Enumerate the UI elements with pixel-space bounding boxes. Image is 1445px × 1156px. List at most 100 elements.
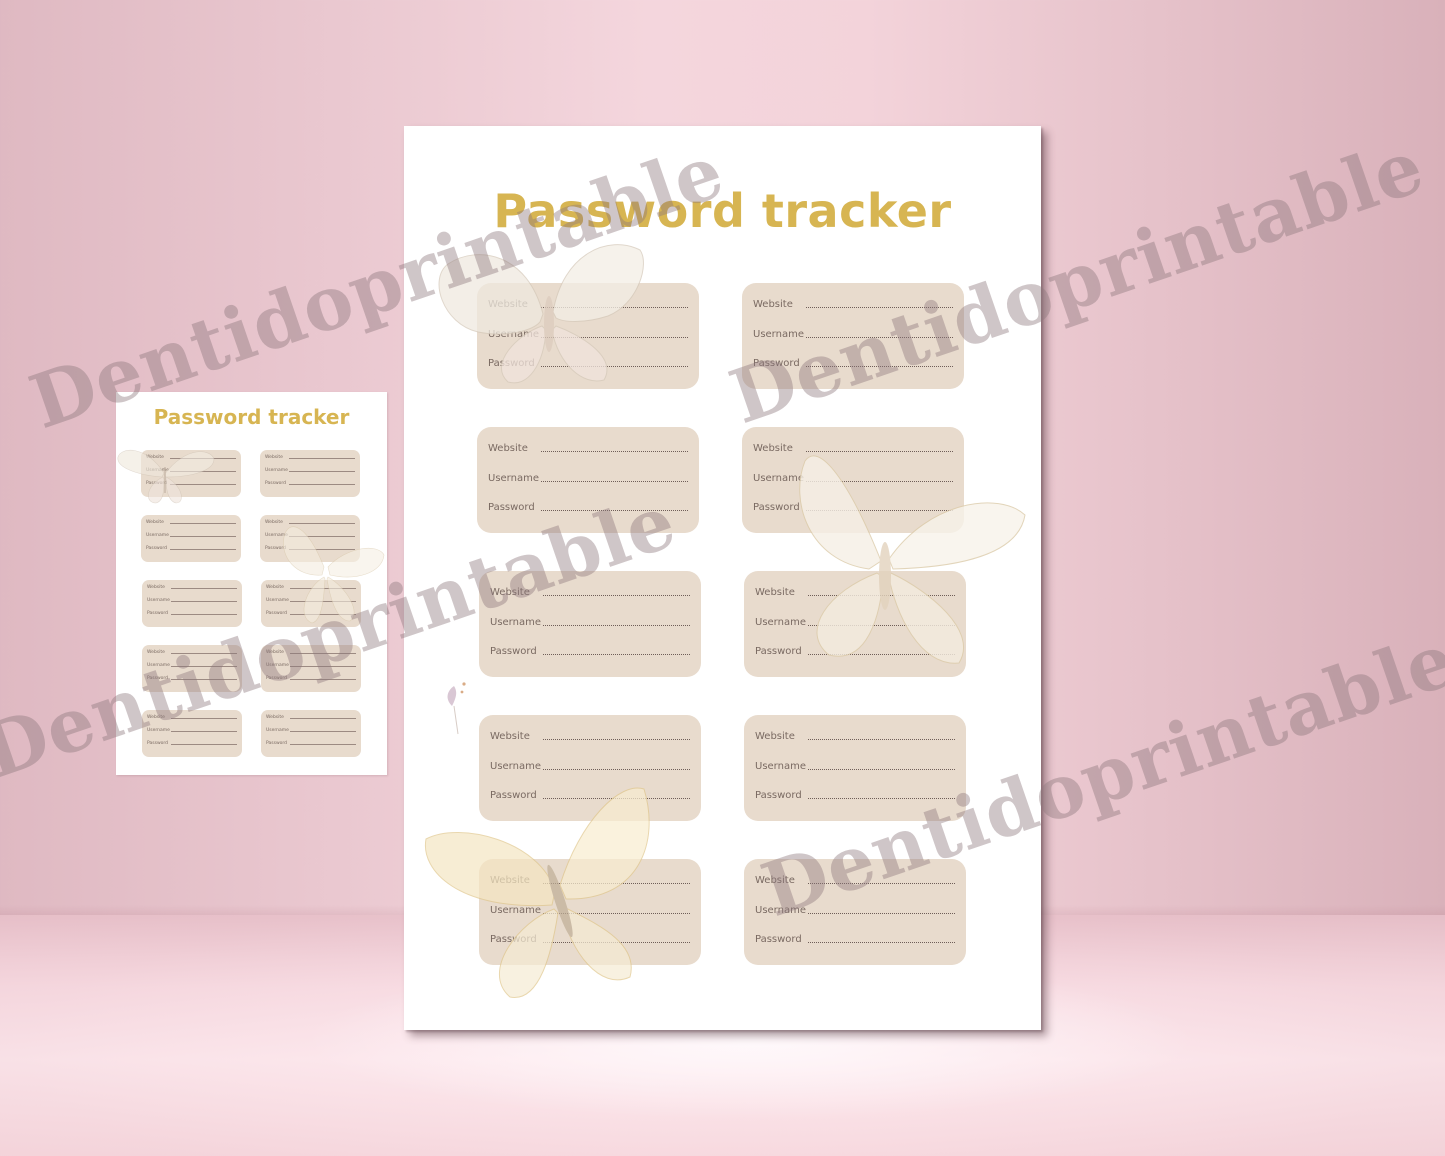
field-input-line[interactable] [170,536,236,537]
field-input-line[interactable] [289,549,355,550]
field-input-line[interactable] [541,366,688,367]
field-input-line[interactable] [170,549,236,550]
field-row-website[interactable]: Website [142,585,242,590]
field-row-username[interactable]: Username [261,728,361,733]
field-row-password[interactable]: Password [260,546,360,551]
field-input-line[interactable] [171,588,237,589]
field-input-line[interactable] [541,451,688,452]
field-input-line[interactable] [808,595,955,596]
field-row-website[interactable]: Website [479,731,701,742]
field-input-line[interactable] [541,336,688,338]
field-label: Username [753,472,804,484]
field-input-line[interactable] [543,798,690,799]
field-row-username[interactable]: Username [744,761,966,772]
field-row-username[interactable]: Username [141,533,241,538]
field-input-line[interactable] [289,484,355,485]
field-input-line[interactable] [171,601,237,602]
field-input-line[interactable] [289,458,355,459]
field-input-line[interactable] [808,768,955,770]
field-input-line[interactable] [289,523,355,524]
field-input-line[interactable] [543,768,690,770]
field-input-line[interactable] [170,523,236,524]
field-row-username[interactable]: Username [260,533,360,538]
field-row-website[interactable]: Website [744,731,966,742]
password-entry-card: Website Username Password [479,715,701,821]
password-entry-card: Website Username Password [141,450,241,497]
field-row-password[interactable]: Password [477,358,699,369]
field-label: Password [266,741,288,746]
field-input-line[interactable] [289,471,355,472]
field-label: Username [147,598,170,603]
field-row-website[interactable]: Website [260,520,360,525]
password-entry-card: Website Username Password [479,859,701,965]
field-row-password[interactable]: Password [260,481,360,486]
password-entry-card: Website Username Password [477,283,699,389]
field-row-website[interactable]: Website [141,455,241,460]
field-input-line[interactable] [170,458,236,459]
field-input-line[interactable] [290,731,356,732]
field-input-line[interactable] [543,883,690,884]
field-row-password[interactable]: Password [479,646,701,657]
field-input-line[interactable] [541,307,688,308]
field-input-line[interactable] [806,451,953,452]
field-input-line[interactable] [543,739,690,740]
field-label: Website [755,587,795,598]
field-label: Website [265,455,283,460]
password-entry-card: Website Username Password [142,580,242,627]
field-row-website[interactable]: Website [477,443,699,454]
field-label: Username [146,468,169,473]
field-row-website[interactable]: Website [744,587,966,598]
field-input-line[interactable] [808,739,955,740]
field-row-password[interactable]: Password [141,546,241,551]
field-input-line[interactable] [808,942,955,943]
field-input-line[interactable] [170,471,236,472]
field-row-password[interactable]: Password [744,934,966,945]
field-row-website[interactable]: Website [261,715,361,720]
field-row-username[interactable]: Username [142,598,242,603]
field-label: Website [147,585,165,590]
field-row-username[interactable]: Username [477,329,699,340]
field-row-password[interactable]: Password [261,741,361,746]
password-entry-card: Website Username Password [744,571,966,677]
field-input-line[interactable] [543,942,690,943]
field-input-line[interactable] [806,480,953,482]
field-row-password[interactable]: Password [141,481,241,486]
field-input-line[interactable] [808,654,955,655]
field-row-website[interactable]: Website [477,299,699,310]
field-label: Website [146,520,164,525]
field-row-website[interactable]: Website [479,875,701,886]
field-input-line[interactable] [808,624,955,626]
field-input-line[interactable] [543,654,690,655]
field-input-line[interactable] [289,536,355,537]
field-input-line[interactable] [290,744,356,745]
field-input-line[interactable] [171,744,237,745]
field-row-password[interactable]: Password [479,934,701,945]
password-entry-card: Website Username Password [742,427,964,533]
field-label: Website [146,455,164,460]
field-input-line[interactable] [170,484,236,485]
field-input-line[interactable] [171,614,237,615]
field-row-username[interactable]: Username [477,473,699,484]
field-input-line[interactable] [541,480,688,482]
field-row-password[interactable]: Password [744,646,966,657]
field-row-website[interactable]: Website [742,443,964,454]
field-row-website[interactable]: Website [141,520,241,525]
field-input-line[interactable] [290,718,356,719]
field-label: Password [490,646,537,657]
field-row-username[interactable]: Username [260,468,360,473]
field-row-username[interactable]: Username [479,905,701,916]
field-row-password[interactable]: Password [142,611,242,616]
field-input-line[interactable] [806,510,953,511]
field-row-username[interactable]: Username [744,617,966,628]
field-label: Password [753,502,800,513]
field-row-username[interactable]: Username [479,761,701,772]
field-row-username[interactable]: Username [141,468,241,473]
field-row-username[interactable]: Username [742,473,964,484]
field-row-password[interactable]: Password [742,502,964,513]
field-input-line[interactable] [543,624,690,626]
field-label: Username [488,472,539,484]
field-row-website[interactable]: Website [260,455,360,460]
field-row-password[interactable]: Password [479,790,701,801]
field-input-line[interactable] [543,912,690,914]
field-label: Website [753,299,793,310]
